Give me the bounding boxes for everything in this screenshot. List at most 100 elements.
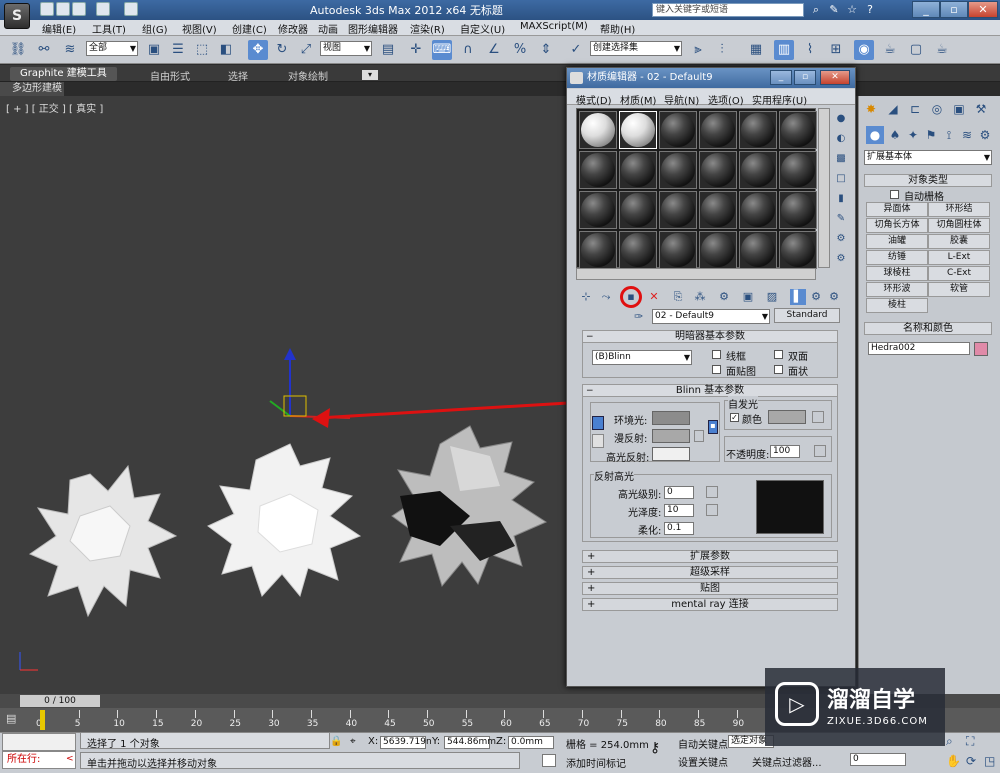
new-file-icon[interactable] xyxy=(40,2,54,16)
lights-icon[interactable]: ✦ xyxy=(904,126,922,144)
backlight-icon[interactable]: ◐ xyxy=(834,132,848,146)
go-to-parent-icon[interactable]: ⚙ xyxy=(808,289,824,305)
polygon-modeling-panel[interactable]: 多边形建模 xyxy=(0,82,64,96)
keyboard-shortcut-icon[interactable]: ⌨ xyxy=(432,40,452,60)
sample-slot[interactable] xyxy=(699,231,737,269)
mini-curve-editor-icon[interactable]: ▤ xyxy=(6,712,16,725)
minimize-button[interactable]: _ xyxy=(912,1,940,18)
zoom-icon[interactable]: ⌕ xyxy=(946,734,953,749)
current-frame-marker[interactable] xyxy=(40,710,45,730)
lock-ambient-diffuse-icon[interactable] xyxy=(592,416,604,430)
select-and-rotate-icon[interactable]: ↻ xyxy=(272,40,292,60)
systems-icon[interactable]: ⚙ xyxy=(976,126,994,144)
l-ext-button[interactable]: L-Ext xyxy=(928,250,990,265)
sample-slot[interactable] xyxy=(579,111,617,149)
window-crossing-icon[interactable]: ◧ xyxy=(216,40,236,60)
oil-tank-button[interactable]: 油罐 xyxy=(866,234,928,249)
rect-selection-icon[interactable]: ⬚ xyxy=(192,40,212,60)
me-menu-navigation[interactable]: 导航(N) xyxy=(664,92,699,107)
copy-material-icon[interactable]: ⎘ xyxy=(670,289,686,305)
mirror-icon[interactable]: ⫸ xyxy=(688,40,708,60)
undo-icon[interactable] xyxy=(96,2,110,16)
material-type-button[interactable]: Standard xyxy=(774,308,840,323)
render-setup-icon[interactable]: ☕ xyxy=(880,40,900,60)
material-name-field[interactable]: 02 - Default9 ▼ xyxy=(652,309,770,324)
menu-rendering[interactable]: 渲染(R) xyxy=(410,21,445,36)
layer-manager-icon[interactable]: ▦ xyxy=(746,40,766,60)
sample-slot[interactable] xyxy=(739,151,777,189)
opacity-spinner[interactable]: 100 xyxy=(770,445,800,458)
tab-graphite-modeling[interactable]: Graphite 建模工具 xyxy=(10,67,117,81)
sample-slot[interactable] xyxy=(699,191,737,229)
display-tab-icon[interactable]: ▣ xyxy=(950,100,968,118)
tab-object-paint[interactable]: 对象绘制 xyxy=(288,68,328,83)
geometry-category-dropdown[interactable]: 扩展基本体 ▼ xyxy=(864,150,992,165)
save-file-icon[interactable] xyxy=(72,2,86,16)
self-illum-color-checkbox[interactable]: ✓ xyxy=(730,413,739,422)
lock-selection-icon[interactable]: 🔒 xyxy=(330,736,342,747)
chamfer-cyl-button[interactable]: 切角圆柱体 xyxy=(928,218,990,233)
sample-slot[interactable] xyxy=(779,231,817,269)
sample-slot[interactable] xyxy=(619,191,657,229)
hierarchy-tab-icon[interactable]: ⊏ xyxy=(906,100,924,118)
menu-tools[interactable]: 工具(T) xyxy=(92,21,126,36)
restore-button[interactable]: ▫ xyxy=(940,1,968,18)
sample-slot[interactable] xyxy=(779,111,817,149)
me-menu-modes[interactable]: 模式(D) xyxy=(576,92,612,107)
menu-views[interactable]: 视图(V) xyxy=(182,21,217,36)
me-minimize-button[interactable]: _ xyxy=(770,70,792,85)
object-color-swatch[interactable] xyxy=(974,342,988,356)
shapes-icon[interactable]: ♠ xyxy=(886,126,904,144)
named-selection-dropdown[interactable]: 创建选择集 ▼ xyxy=(590,41,682,56)
blinn-rollout-header[interactable]: Blinn 基本参数 xyxy=(582,384,838,397)
spindle-button[interactable]: 纺锤 xyxy=(866,250,928,265)
material-editor-icon[interactable]: ◉ xyxy=(854,40,874,60)
sample-slot[interactable] xyxy=(579,231,617,269)
ambient-color-swatch[interactable] xyxy=(652,411,690,425)
tab-selection[interactable]: 选择 xyxy=(228,68,248,83)
lock-diffuse-specular-icon[interactable] xyxy=(592,434,604,448)
glossiness-map-button[interactable] xyxy=(706,504,718,516)
select-and-move-icon[interactable]: ✥ xyxy=(248,40,268,60)
absolute-mode-icon[interactable]: ⌖ xyxy=(350,736,356,747)
utilities-tab-icon[interactable]: ⚒ xyxy=(972,100,990,118)
maximize-viewport-icon[interactable]: ◳ xyxy=(984,754,995,768)
object-name-field[interactable]: Hedra002 xyxy=(868,342,970,355)
menu-maxscript[interactable]: MAXScript(M) xyxy=(520,21,588,32)
sample-slot[interactable] xyxy=(659,191,697,229)
c-ext-button[interactable]: C-Ext xyxy=(928,266,990,281)
percent-snap-icon[interactable]: % xyxy=(510,40,530,60)
z-coordinate-field[interactable]: 0.0mm xyxy=(508,736,554,749)
self-illum-map-button[interactable] xyxy=(812,411,824,423)
sample-slot[interactable] xyxy=(579,191,617,229)
shader-rollout-header[interactable]: 明暗器基本参数 xyxy=(582,330,838,343)
menu-animation[interactable]: 动画 xyxy=(318,21,338,36)
add-time-tag-button[interactable]: 添加时间标记 xyxy=(566,755,626,770)
me-menu-material[interactable]: 材质(M) xyxy=(620,92,656,107)
two-sided-checkbox[interactable] xyxy=(774,350,783,359)
extended-params-rollout[interactable]: + 扩展参数 xyxy=(582,550,838,563)
edit-named-selection-icon[interactable]: ✓ xyxy=(566,40,586,60)
rendered-frame-icon[interactable]: ▢ xyxy=(906,40,926,60)
sample-slot[interactable] xyxy=(579,151,617,189)
search-icon[interactable]: ⌕ xyxy=(808,2,824,18)
bind-spacewarp-icon[interactable]: ≋ xyxy=(60,40,80,60)
gengon-button[interactable]: 球棱柱 xyxy=(866,266,928,281)
help-search-input[interactable]: 键入关键字或短语 xyxy=(652,3,804,17)
helpers-icon[interactable]: ⟟ xyxy=(940,126,958,144)
me-menu-utilities[interactable]: 实用程序(U) xyxy=(752,92,807,107)
menu-group[interactable]: 组(G) xyxy=(142,21,168,36)
uv-tiling-icon[interactable]: □ xyxy=(834,172,848,186)
cameras-icon[interactable]: ⚑ xyxy=(922,126,940,144)
curve-editor-icon[interactable]: ⌇ xyxy=(800,40,820,60)
tools-icon[interactable]: ✎ xyxy=(826,2,842,18)
capsule-button[interactable]: 胶囊 xyxy=(928,234,990,249)
go-forward-sibling-icon[interactable]: ⚙ xyxy=(826,289,842,305)
supersampling-rollout[interactable]: + 超级采样 xyxy=(582,566,838,579)
reset-map-icon[interactable]: ✕ xyxy=(646,289,662,305)
slots-horizontal-scrollbar[interactable] xyxy=(576,268,816,280)
auto-key-button[interactable]: 自动关键点 xyxy=(678,736,728,751)
menu-graph-editors[interactable]: 图形编辑器 xyxy=(348,21,398,36)
star-icon[interactable]: ☆ xyxy=(844,2,860,18)
make-unique-icon[interactable]: ⁂ xyxy=(692,289,708,305)
